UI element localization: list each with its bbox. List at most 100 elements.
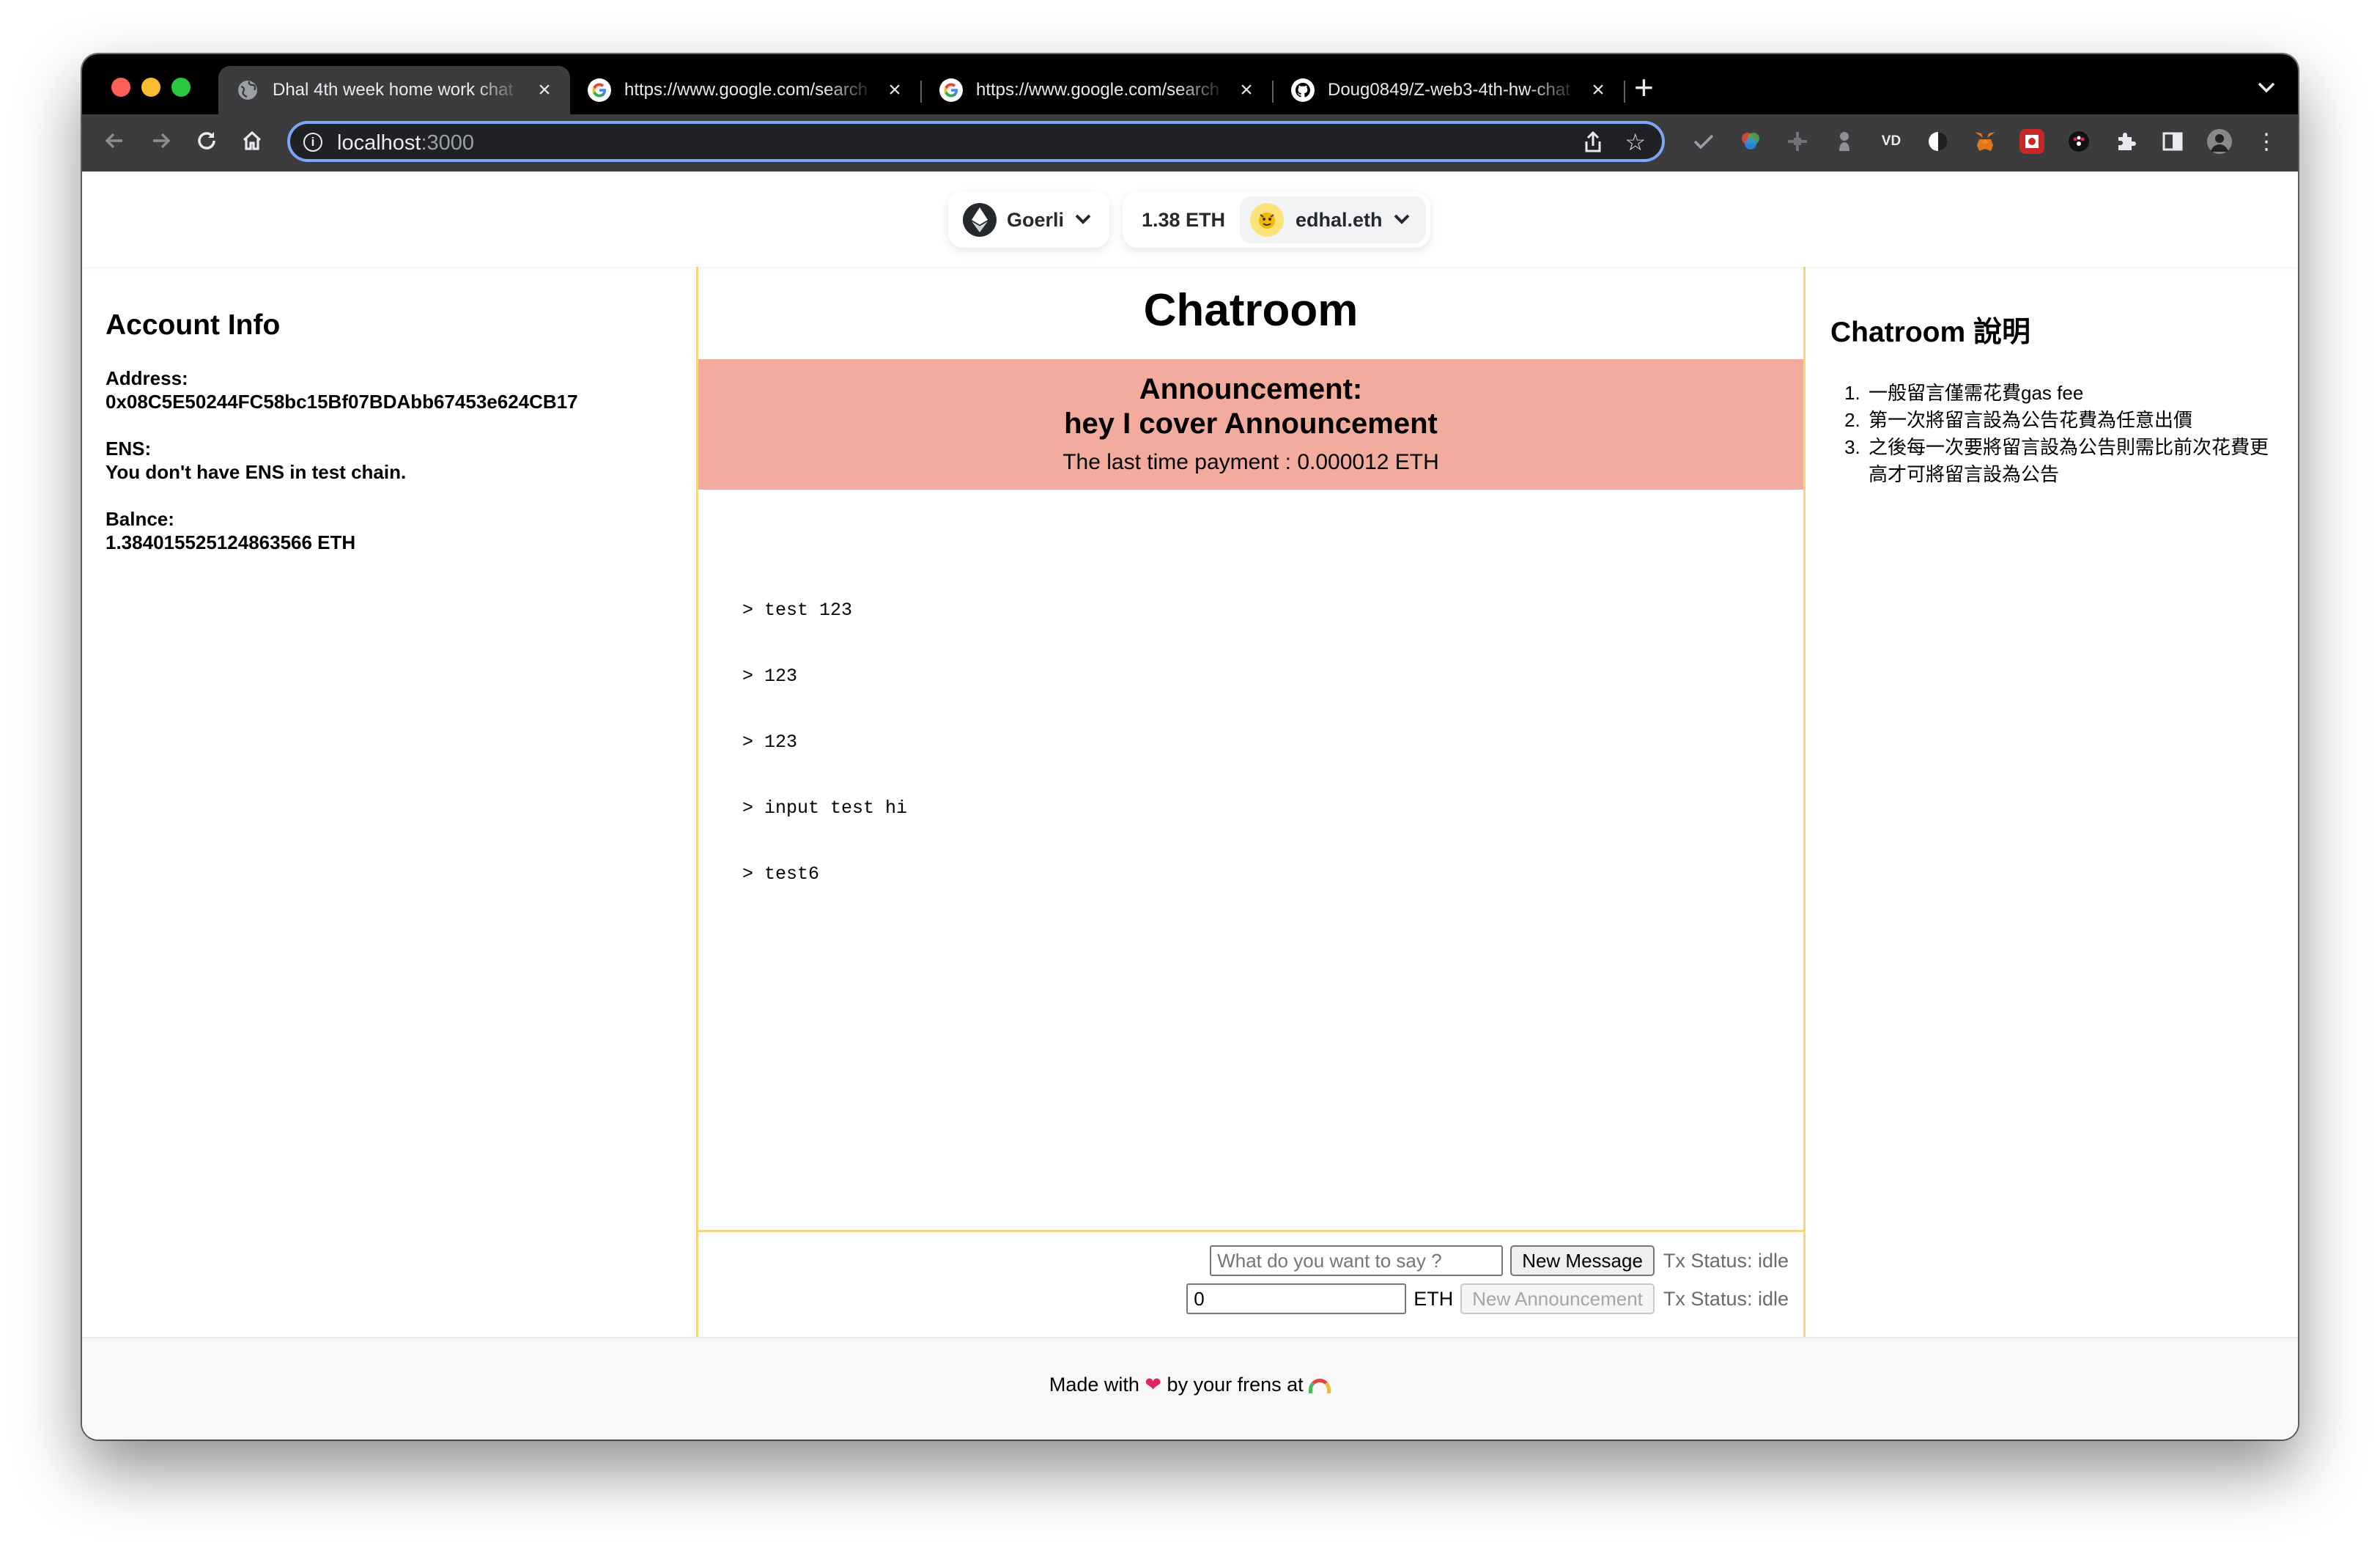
vd-extension-icon[interactable]: VD [1879, 129, 1904, 154]
list-item: 之後每一次要將留言設為公告則需比前次花費更高才可將留言設為公告 [1866, 434, 2273, 488]
metamask-fox-icon[interactable] [1973, 129, 1998, 154]
ethereum-icon [963, 203, 997, 237]
puzzle-extensions-icon[interactable] [2113, 129, 2138, 154]
close-tab-icon[interactable]: × [885, 79, 904, 101]
list-item: > 123 [742, 731, 798, 753]
footer-made-with: Made with [1049, 1374, 1139, 1396]
browser-window: Dhal 4th week home work chat × https://w… [82, 54, 2298, 1440]
tab-title: https://www.google.com/search [976, 80, 1220, 100]
google-icon [939, 78, 963, 102]
chat-input-area: New Message Tx Status: idle ETH New Anno… [698, 1230, 1803, 1337]
new-announcement-button[interactable]: New Announcement [1460, 1283, 1655, 1314]
chain-selector-button[interactable]: Goerli [948, 192, 1109, 248]
home-icon[interactable] [240, 129, 264, 158]
close-window-button[interactable] [111, 78, 130, 97]
account-info-title: Account Info [106, 309, 281, 341]
eth-amount-input[interactable] [1186, 1283, 1407, 1314]
chain-name: Goerli [1007, 208, 1065, 231]
share-icon[interactable] [1583, 130, 1603, 159]
tab-google-1[interactable]: https://www.google.com/search × [570, 66, 920, 114]
chevron-down-icon [1074, 210, 1092, 230]
rules-panel: Chatroom 說明 一般留言僅需花費gas fee 第一次將留言設為公告花費… [1806, 267, 2298, 1337]
address-value: 0x08C5E50244FC58bc15Bf07BDAbb67453e624CB… [106, 391, 578, 413]
pawn-extension-icon[interactable] [1832, 129, 1857, 154]
browser-toolbar: i localhost:3000 ☆ VD ⋮ [82, 114, 2298, 172]
account-button[interactable]: 1.38 ETH edhal.eth [1123, 192, 1430, 248]
color-wheel-extension-icon[interactable] [1738, 129, 1763, 154]
new-message-button[interactable]: New Message [1510, 1245, 1655, 1276]
new-tab-button[interactable]: + [1634, 70, 1654, 104]
chatroom-title: Chatroom [1143, 285, 1359, 336]
message-input[interactable] [1210, 1245, 1504, 1276]
circle-extension-icon[interactable] [1926, 129, 1951, 154]
rules-list: 一般留言僅需花費gas fee 第一次將留言設為公告花費為任意出價 之後每一次要… [1830, 380, 2273, 488]
kebab-menu-icon[interactable]: ⋮ [2254, 129, 2279, 154]
account-name: edhal.eth [1296, 208, 1383, 231]
balance-label: Balnce: [106, 508, 174, 530]
list-item: 一般留言僅需花費gas fee [1866, 380, 2273, 407]
announcement-heading: Announcement: [1139, 373, 1363, 405]
address-bar[interactable]: i localhost:3000 ☆ [287, 121, 1665, 162]
check-extension-icon[interactable] [1691, 129, 1716, 154]
back-arrow-icon[interactable] [103, 129, 126, 158]
list-item: > test 123 [742, 600, 853, 621]
list-item: > test6 [742, 863, 820, 885]
account-pill[interactable]: edhal.eth [1240, 196, 1426, 243]
github-icon [1291, 78, 1315, 102]
rules-title: Chatroom 說明 [1830, 317, 2031, 348]
tx-status-message: Tx Status: idle [1663, 1249, 1789, 1272]
tx-status-announcement: Tx Status: idle [1663, 1287, 1789, 1310]
announcement-text: hey I cover Announcement [1064, 408, 1438, 440]
eth-unit-label: ETH [1413, 1287, 1454, 1310]
tab-chatroom[interactable]: Dhal 4th week home work chat × [218, 66, 570, 114]
crosshair-extension-icon[interactable] [1785, 129, 1810, 154]
site-info-icon[interactable]: i [303, 133, 322, 152]
ens-label: ENS: [106, 438, 152, 460]
minimize-window-button[interactable] [141, 78, 160, 97]
tab-separator [1624, 81, 1625, 103]
announcement-banner: Announcement: hey I cover Announcement T… [698, 359, 1803, 490]
forward-arrow-icon[interactable] [149, 129, 173, 158]
address-label: Address: [106, 367, 188, 389]
tab-github[interactable]: Doug0849/Z-web3-4th-hw-chat × [1274, 66, 1624, 114]
close-tab-icon[interactable]: × [1237, 79, 1256, 101]
tab-google-2[interactable]: https://www.google.com/search × [922, 66, 1272, 114]
tab-title: Doug0849/Z-web3-4th-hw-chat [1328, 80, 1570, 100]
profile-avatar[interactable] [2207, 129, 2232, 154]
wallet-balance: 1.38 ETH [1142, 208, 1226, 231]
close-tab-icon[interactable]: × [535, 79, 554, 101]
account-avatar-icon [1250, 203, 1284, 237]
close-tab-icon[interactable]: × [1589, 79, 1608, 101]
chatroom-panel: Chatroom Announcement: hey I cover Annou… [696, 267, 1806, 1337]
tab-strip: Dhal 4th week home work chat × https://w… [82, 54, 2298, 114]
list-item: > 123 [742, 666, 798, 687]
rainbow-icon [1309, 1378, 1331, 1393]
message-list: > test 123 > 123 > 123 > input test hi >… [742, 556, 907, 929]
list-item: 第一次將留言設為公告花費為任意出價 [1866, 407, 2273, 434]
wallet-header: Goerli 1.38 ETH edhal.eth [82, 172, 2298, 267]
google-icon [588, 78, 611, 102]
list-item: > input test hi [742, 797, 908, 819]
red-extension-icon[interactable] [2019, 129, 2044, 154]
ens-value: You don't have ENS in test chain. [106, 461, 407, 483]
tab-search-chevron-icon[interactable] [2257, 76, 2276, 99]
footer-by-text: by your frens at [1167, 1374, 1304, 1396]
dots-extension-icon[interactable] [2066, 129, 2091, 154]
tab-title: https://www.google.com/search [624, 80, 868, 100]
bookmark-star-icon[interactable]: ☆ [1625, 128, 1646, 156]
globe-icon [236, 78, 259, 102]
balance-value: 1.384015525124863566 ETH [106, 531, 356, 553]
page-content: Goerli 1.38 ETH edhal.eth Account Info A… [82, 172, 2298, 1440]
side-panel-icon[interactable] [2160, 129, 2185, 154]
maximize-window-button[interactable] [171, 78, 191, 97]
tab-title: Dhal 4th week home work chat [273, 80, 514, 100]
reload-icon[interactable] [195, 129, 218, 158]
address-url: localhost:3000 [337, 131, 475, 155]
site-footer: Made with ❤ by your frens at [82, 1337, 2298, 1440]
account-info-panel: Account Info Address: 0x08C5E50244FC58bc… [82, 267, 696, 1337]
heart-icon: ❤ [1145, 1374, 1162, 1396]
last-payment: The last time payment : 0.000012 ETH [1062, 450, 1439, 474]
announcement-row: ETH New Announcement Tx Status: idle [1186, 1283, 1789, 1314]
chevron-down-icon [1393, 210, 1411, 230]
message-row: New Message Tx Status: idle [1210, 1245, 1789, 1276]
